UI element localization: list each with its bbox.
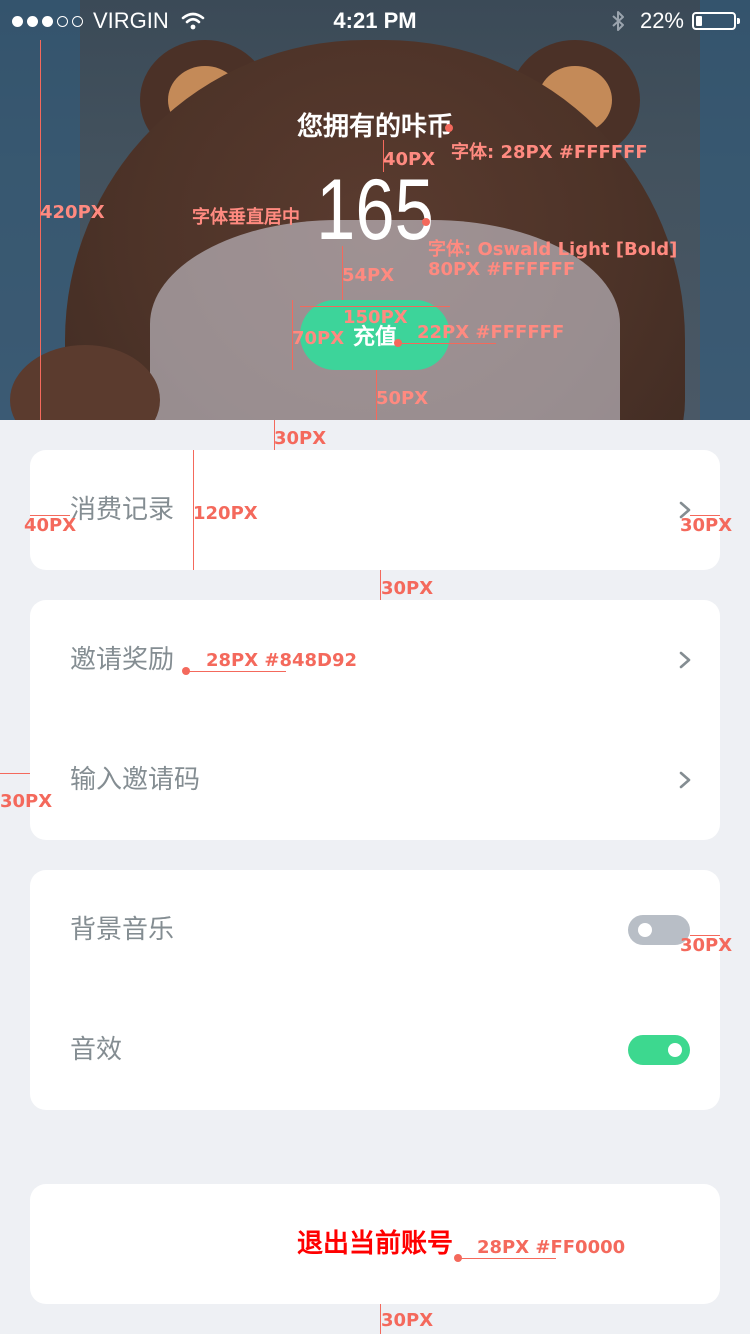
bgm-row: 背景音乐	[30, 870, 720, 990]
annotation-line	[0, 773, 30, 774]
invite-reward-label: 邀请奖励	[70, 645, 175, 675]
annotation-number-size: 80PX #FFFFFF	[428, 259, 576, 280]
annotation-title-font: 字体: 28PX #FFFFFF	[451, 142, 648, 163]
sfx-label: 音效	[70, 1035, 123, 1065]
bluetooth-icon	[612, 11, 624, 31]
annotation-gap-30-top: 30PX	[274, 428, 327, 449]
annotation-button-font: 22PX #FFFFFF	[417, 322, 565, 343]
invite-reward-row[interactable]: 邀请奖励	[30, 600, 720, 720]
annotation-line	[186, 671, 286, 672]
annotation-logout-font: 28PX #FF0000	[477, 1237, 626, 1258]
annotation-side-margin: 30PX	[0, 791, 53, 812]
annotation-gap-40: 40PX	[383, 149, 436, 170]
status-right: 22%	[610, 8, 740, 34]
annotation-line	[40, 40, 41, 420]
invite-card: 邀请奖励 输入邀请码	[30, 600, 720, 840]
annotation-row-height: 120PX	[193, 503, 258, 524]
annotation-hero-height: 420PX	[40, 202, 105, 223]
annotation-right-padding: 30PX	[680, 515, 733, 536]
annotation-bottom-margin: 30PX	[381, 1310, 434, 1331]
records-card: 消费记录	[30, 450, 720, 570]
annotation-left-padding: 40PX	[24, 515, 77, 536]
battery-percent: 22%	[639, 8, 684, 33]
annotation-card-gap: 30PX	[381, 578, 434, 599]
background-window	[700, 0, 750, 420]
records-row[interactable]: 消费记录	[30, 450, 720, 570]
enter-invite-code-label: 输入邀请码	[70, 765, 201, 795]
annotation-line	[458, 1258, 556, 1259]
annotation-button-width: 150PX	[343, 307, 408, 328]
annotation-dot	[422, 218, 430, 226]
sfx-row: 音效	[30, 990, 720, 1110]
annotation-toggle-margin: 30PX	[680, 935, 733, 956]
status-bar: VIRGIN 4:21 PM 22%	[0, 0, 750, 40]
annotation-line	[398, 343, 496, 344]
toggle-knob	[668, 1043, 682, 1057]
annotation-gap-54: 54PX	[342, 265, 395, 286]
annotation-button-height: 70PX	[292, 328, 345, 349]
chevron-right-icon	[679, 651, 691, 669]
battery-icon	[692, 12, 740, 30]
sfx-toggle[interactable]	[628, 1035, 690, 1065]
header-banner: VIRGIN 4:21 PM 22% 您拥有的咔币 165 充值 420PX 字…	[0, 0, 750, 420]
annotation-gap-50: 50PX	[376, 388, 429, 409]
settings-card: 背景音乐 音效	[30, 870, 720, 1110]
annotation-number-font: 字体: Oswald Light [Bold]	[428, 239, 678, 260]
enter-invite-code-row[interactable]: 输入邀请码	[30, 720, 720, 840]
chevron-right-icon	[679, 771, 691, 789]
annotation-label-font: 28PX #848D92	[206, 650, 358, 671]
bgm-label: 背景音乐	[70, 915, 175, 945]
annotation-vertical-center: 字体垂直居中	[192, 207, 300, 228]
toggle-knob	[638, 923, 652, 937]
annotation-dot	[445, 124, 453, 132]
records-label: 消费记录	[70, 495, 175, 525]
